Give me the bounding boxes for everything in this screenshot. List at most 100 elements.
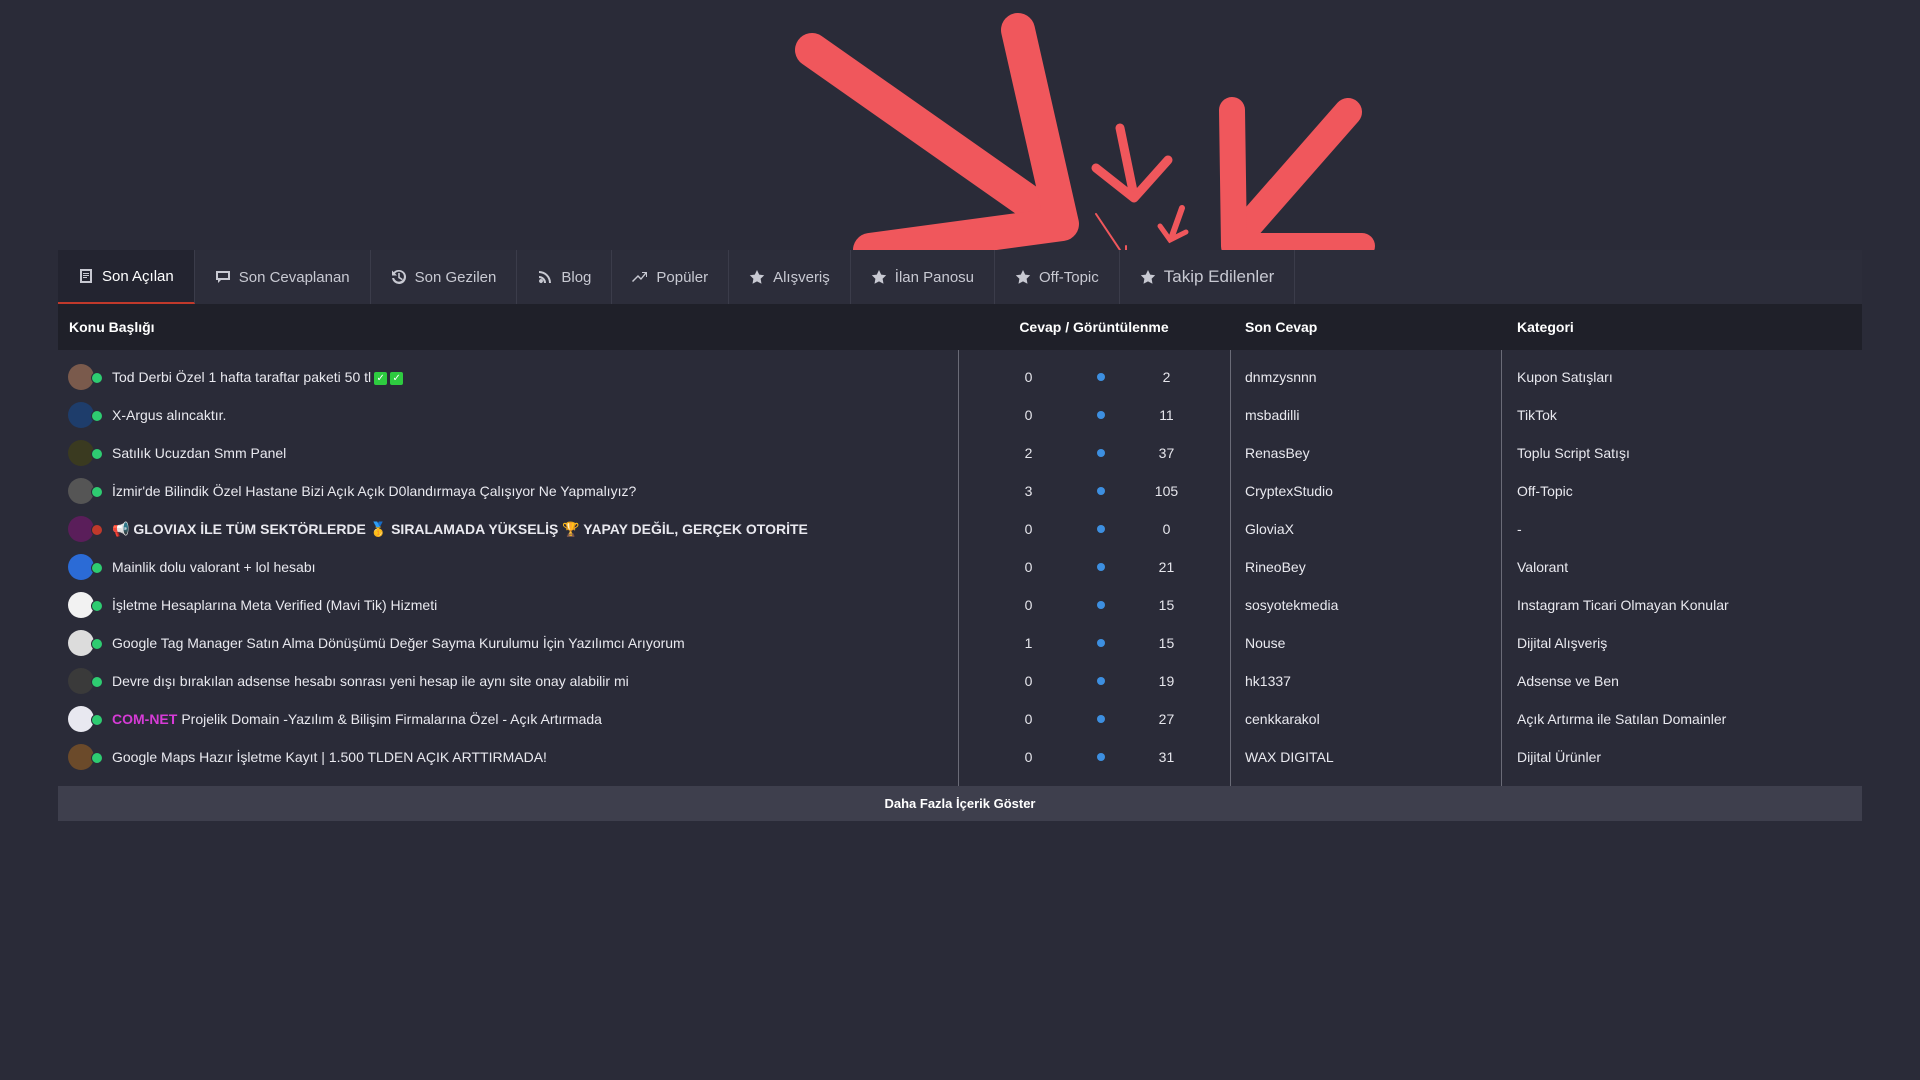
table-row[interactable]: COM-NET Projelik Domain -Yazılım & Bilişi… <box>58 700 1862 738</box>
topic-cell: İzmir'de Bilindik Özel Hastane Bizi Açık… <box>58 478 958 504</box>
avatar[interactable] <box>68 744 103 770</box>
last-reply-user-link[interactable]: msbadilli <box>1230 407 1501 423</box>
topic-title-text: X-Argus alıncaktır. <box>112 407 227 423</box>
topic-title-link[interactable]: 📢 GLOVIAX İLE TÜM SEKTÖRLERDE 🥇 SIRALAMA… <box>112 521 808 538</box>
last-reply-user-link[interactable]: Nouse <box>1230 635 1501 651</box>
category-link[interactable]: - <box>1501 521 1862 537</box>
stats-cell: 2 37 <box>958 445 1230 461</box>
last-reply-user-link[interactable]: RineoBey <box>1230 559 1501 575</box>
star-icon <box>1140 270 1155 284</box>
avatar[interactable] <box>68 554 103 580</box>
table-row[interactable]: Satılık Ucuzdan Smm Panel 2 37 RenasBey Topl… <box>58 434 1862 472</box>
category-link[interactable]: Off-Topic <box>1501 483 1862 499</box>
table-row[interactable]: 📢 GLOVIAX İLE TÜM SEKTÖRLERDE 🥇 SIRALAMA… <box>58 510 1862 548</box>
topic-title-link[interactable]: Devre dışı bırakılan adsense hesabı sonr… <box>112 673 629 689</box>
avatar[interactable] <box>68 516 103 542</box>
category-link[interactable]: TikTok <box>1501 407 1862 423</box>
topic-title-link[interactable]: Tod Derbi Özel 1 hafta taraftar paketi 5… <box>112 369 404 385</box>
table-row[interactable]: İşletme Hesaplarına Meta Verified (Mavi … <box>58 586 1862 624</box>
avatar[interactable] <box>68 668 103 694</box>
topic-cell: Satılık Ucuzdan Smm Panel <box>58 440 958 466</box>
topic-title-link[interactable]: Google Tag Manager Satın Alma Dönüşümü D… <box>112 635 685 651</box>
topic-cell: İşletme Hesaplarına Meta Verified (Mavi … <box>58 592 958 618</box>
table-row[interactable]: Mainlik dolu valorant + lol hesabı 0 21 Rin… <box>58 548 1862 586</box>
table-row[interactable]: Google Tag Manager Satın Alma Dönüşümü D… <box>58 624 1862 662</box>
trend-icon <box>632 272 648 282</box>
stats-cell: 0 31 <box>958 749 1230 765</box>
avatar[interactable] <box>68 592 103 618</box>
tab-son-cevaplanan[interactable]: Son Cevaplanan <box>195 250 371 304</box>
category-link[interactable]: Valorant <box>1501 559 1862 575</box>
tab-alisveris[interactable]: Alışveriş <box>729 250 851 304</box>
last-reply-user-link[interactable]: sosyotekmedia <box>1230 597 1501 613</box>
topic-title-text: Google Maps Hazır İşletme Kayıt | 1.500 … <box>112 749 547 765</box>
topic-title-link[interactable]: Mainlik dolu valorant + lol hesabı <box>112 559 316 575</box>
topic-title-link[interactable]: İşletme Hesaplarına Meta Verified (Mavi … <box>112 597 437 613</box>
category-link[interactable]: Dijital Alışveriş <box>1501 635 1862 651</box>
avatar[interactable] <box>68 402 103 428</box>
category-link[interactable]: Kupon Satışları <box>1501 369 1862 385</box>
show-more-button[interactable]: Daha Fazla İçerik Göster <box>58 786 1862 821</box>
topic-title-link[interactable]: Satılık Ucuzdan Smm Panel <box>112 445 286 461</box>
document-icon <box>80 269 92 283</box>
last-reply-user-link[interactable]: dnmzysnnn <box>1230 369 1501 385</box>
avatar[interactable] <box>68 706 103 732</box>
topic-title-link[interactable]: X-Argus alıncaktır. <box>112 407 226 423</box>
topic-title-text: Google Tag Manager Satın Alma Dönüşümü D… <box>112 635 685 651</box>
avatar[interactable] <box>68 440 103 466</box>
online-status-dot <box>91 448 103 460</box>
view-count: 37 <box>1158 445 1175 461</box>
category-link[interactable]: Instagram Ticari Olmayan Konular <box>1501 597 1862 613</box>
table-row[interactable]: İzmir'de Bilindik Özel Hastane Bizi Açık… <box>58 472 1862 510</box>
category-link[interactable]: Toplu Script Satışı <box>1501 445 1862 461</box>
tab-son-acilan[interactable]: Son Açılan <box>58 250 195 304</box>
tab-blog[interactable]: Blog <box>517 250 613 304</box>
topic-title-text: İşletme Hesaplarına Meta Verified (Mavi … <box>112 597 438 613</box>
reply-count: 0 <box>1024 559 1033 575</box>
table-row[interactable]: Devre dışı bırakılan adsense hesabı sonr… <box>58 662 1862 700</box>
last-reply-user-link[interactable]: cenkkarakol <box>1230 711 1501 727</box>
column-divider <box>958 350 959 786</box>
tab-son-gezilen[interactable]: Son Gezilen <box>371 250 518 304</box>
topic-cell: Mainlik dolu valorant + lol hesabı <box>58 554 958 580</box>
chat-icon <box>215 271 230 283</box>
category-link[interactable]: Adsense ve Ben <box>1501 673 1862 689</box>
check-emoji-icon: ✓ <box>374 371 388 385</box>
tab-off-topic[interactable]: Off-Topic <box>995 250 1120 304</box>
stats-cell: 1 15 <box>958 635 1230 651</box>
avatar[interactable] <box>68 630 103 656</box>
last-reply-user-link[interactable]: RenasBey <box>1230 445 1501 461</box>
topic-title-link[interactable]: İzmir'de Bilindik Özel Hastane Bizi Açık… <box>112 483 636 499</box>
stats-cell: 02 <box>958 369 1230 385</box>
check-emoji-icon: ✓ <box>390 371 404 385</box>
last-reply-user-link[interactable]: WAX DIGITAL <box>1230 749 1501 765</box>
stats-cell: 3 105 <box>958 483 1230 499</box>
star-icon <box>1015 270 1031 284</box>
last-reply-user-link[interactable]: hk1337 <box>1230 673 1501 689</box>
view-count: 19 <box>1158 673 1175 689</box>
tab-populer[interactable]: Popüler <box>612 250 730 304</box>
stats-cell: 0 15 <box>958 597 1230 613</box>
tab-ilan-panosu[interactable]: İlan Panosu <box>851 250 996 304</box>
column-divider <box>1501 350 1502 786</box>
table-row[interactable]: X-Argus alıncaktır. 0 11 msbadilli TikTok <box>58 396 1862 434</box>
topic-title-text: Projelik Domain -Yazılım & Bilişim Firma… <box>181 711 602 727</box>
category-link[interactable]: Dijital Ürünler <box>1501 749 1862 765</box>
table-row[interactable]: Tod Derbi Özel 1 hafta taraftar paketi 5… <box>58 358 1862 396</box>
avatar[interactable] <box>68 364 103 390</box>
topic-title-link[interactable]: Google Maps Hazır İşletme Kayıt | 1.500 … <box>112 749 547 765</box>
last-reply-user-link[interactable]: CryptexStudio <box>1230 483 1501 499</box>
avatar[interactable] <box>68 478 103 504</box>
topic-title-link[interactable]: COM-NET Projelik Domain -Yazılım & Bilişi… <box>112 711 602 727</box>
tab-label: Son Açılan <box>102 267 174 285</box>
stats-cell: 0 27 <box>958 711 1230 727</box>
view-count: 27 <box>1158 711 1175 727</box>
category-link[interactable]: Açık Artırma ile Satılan Domainler <box>1501 711 1862 727</box>
tab-takip-edilenler[interactable]: Takip Edilenler <box>1120 250 1296 304</box>
star-icon <box>871 270 886 284</box>
history-icon <box>391 269 406 284</box>
last-reply-user-link[interactable]: GloviaX <box>1230 521 1501 537</box>
topic-cell: Tod Derbi Özel 1 hafta taraftar paketi 5… <box>58 364 958 390</box>
reply-count: 0 <box>1024 711 1033 727</box>
table-row[interactable]: Google Maps Hazır İşletme Kayıt | 1.500 … <box>58 738 1862 776</box>
